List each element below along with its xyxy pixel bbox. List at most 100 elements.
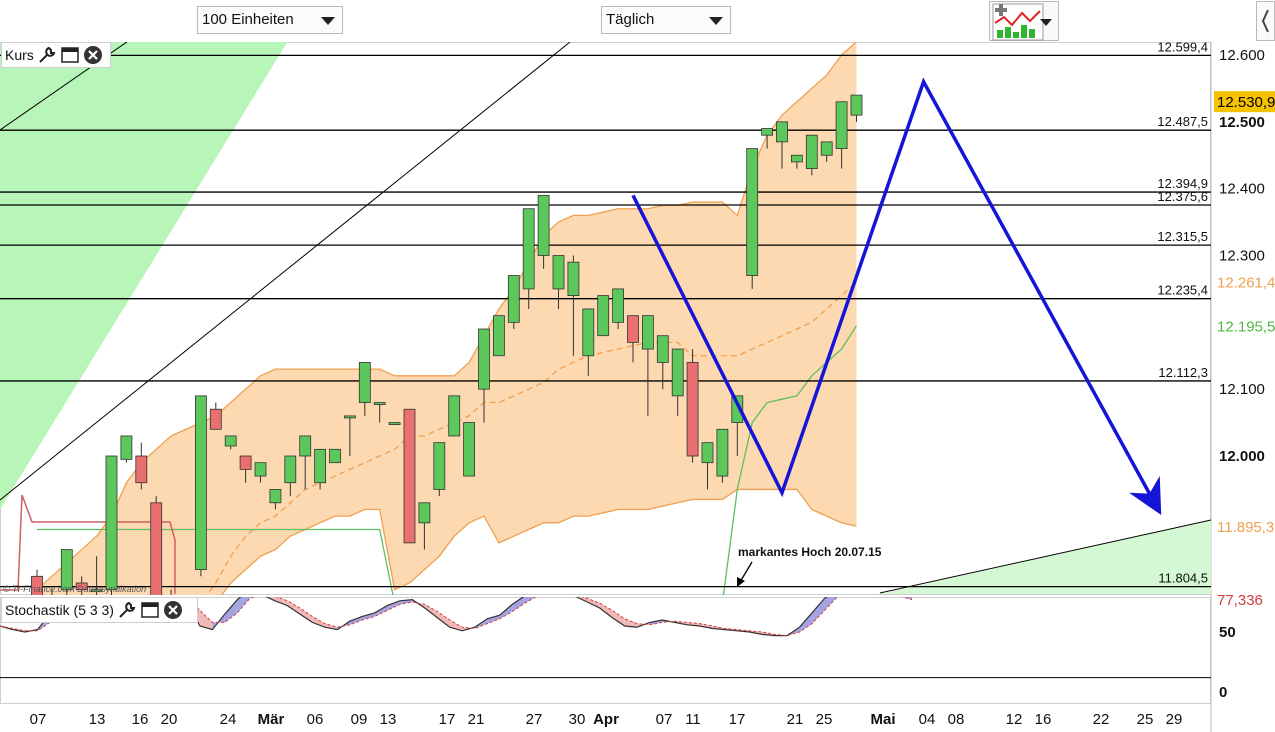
price-axis-tick: 12.500 xyxy=(1219,114,1265,131)
candle-body xyxy=(120,435,133,460)
price-panel-header: Kurs xyxy=(1,42,111,68)
candle-body xyxy=(552,255,565,290)
candle-body xyxy=(448,395,461,437)
candle-body xyxy=(343,415,356,419)
x-axis-tick: Apr xyxy=(593,711,619,728)
horizontal-level-label: 11.804,5 xyxy=(1158,571,1208,586)
candle-body xyxy=(418,502,431,524)
candle-body xyxy=(478,328,490,390)
stoch-panel-label: Stochastik (5 3 3) xyxy=(5,602,114,618)
x-axis-tick: 21 xyxy=(787,711,804,728)
candle-body xyxy=(492,315,505,357)
candle-body xyxy=(582,308,595,357)
candle-body xyxy=(329,448,341,464)
window-icon[interactable] xyxy=(140,600,160,620)
price-badge-text: 12.195,5 xyxy=(1217,318,1275,335)
candle-body xyxy=(388,422,401,425)
candle-body xyxy=(805,134,818,170)
candle-body xyxy=(820,141,833,156)
candle-body xyxy=(522,208,535,290)
price-panel-label: Kurs xyxy=(5,47,34,63)
candle-body xyxy=(433,442,446,490)
annotation-text: markantes Hoch 20.07.15 xyxy=(738,545,882,559)
price-axis-tick: 12.100 xyxy=(1219,381,1265,398)
candle-body xyxy=(642,315,654,350)
horizontal-level-label: 12.315,5 xyxy=(1157,229,1208,244)
candle-body xyxy=(105,455,118,591)
wrench-icon[interactable] xyxy=(37,45,57,65)
candle-body xyxy=(463,422,476,477)
horizontal-level-label: 12.599,4 xyxy=(1157,39,1208,54)
horizontal-level-label: 12.235,4 xyxy=(1157,283,1208,298)
stoch-axis-tick: 50 xyxy=(1219,624,1236,641)
x-axis-tick: 22 xyxy=(1093,711,1110,728)
x-axis-tick: 17 xyxy=(439,711,456,728)
candle-body xyxy=(284,455,297,484)
candle-body xyxy=(537,194,550,256)
candle-body xyxy=(761,128,773,136)
close-icon[interactable] xyxy=(83,45,103,65)
candle-body xyxy=(403,408,416,544)
price-badge-text: 12.261,4 xyxy=(1217,274,1275,291)
candle-body xyxy=(835,101,848,149)
candle-body xyxy=(314,448,327,484)
x-axis-tick: 13 xyxy=(380,711,397,728)
x-axis-tick: 06 xyxy=(307,711,324,728)
candle-body xyxy=(716,428,729,477)
x-axis-tick: 13 xyxy=(89,711,106,728)
price-axis-tick: 12.300 xyxy=(1219,248,1265,265)
horizontal-level-label: 12.375,6 xyxy=(1157,189,1208,204)
candle-body xyxy=(209,408,222,430)
x-axis-tick: 12 xyxy=(1006,711,1023,728)
x-axis-tick: 16 xyxy=(1035,711,1052,728)
candle-body xyxy=(299,435,312,457)
x-axis-tick: 08 xyxy=(948,711,965,728)
horizontal-level-label: 12.487,5 xyxy=(1157,114,1208,129)
x-axis-tick: Mär xyxy=(258,711,285,728)
candle-body xyxy=(507,275,520,323)
horizontal-level-label: 12.112,3 xyxy=(1158,365,1208,380)
candle-body xyxy=(597,295,610,337)
close-icon[interactable] xyxy=(163,600,183,620)
candle-body xyxy=(373,402,386,405)
candle-body xyxy=(671,348,684,397)
candle-body xyxy=(239,455,252,470)
candle-body xyxy=(567,261,580,296)
x-axis-tick: 17 xyxy=(729,711,746,728)
x-axis-tick: 04 xyxy=(919,711,936,728)
x-axis-tick: 07 xyxy=(30,711,47,728)
candle-body xyxy=(612,288,624,323)
x-axis-tick: 16 xyxy=(132,711,149,728)
x-axis-tick: 11 xyxy=(685,711,701,728)
x-axis-tick: 25 xyxy=(1137,711,1154,728)
x-axis-tick: 27 xyxy=(526,711,543,728)
candle-body xyxy=(224,435,237,447)
x-axis-tick: 09 xyxy=(351,711,368,728)
candle-body xyxy=(358,362,371,403)
candle-body xyxy=(627,315,639,343)
watermark: © TI-Finance.com Datensyndikation xyxy=(3,584,146,594)
price-axis-tick: 12.000 xyxy=(1219,448,1265,465)
wrench-icon[interactable] xyxy=(117,600,137,620)
candle-body xyxy=(776,121,788,143)
candle-body xyxy=(254,462,267,477)
candle-body xyxy=(656,335,669,363)
candle-body xyxy=(194,395,207,571)
x-axis-tick: 29 xyxy=(1166,711,1183,728)
candle-body xyxy=(686,362,699,457)
x-axis-tick: Mai xyxy=(870,711,895,728)
candle-body xyxy=(701,442,714,464)
x-axis-tick: 20 xyxy=(161,711,178,728)
candle-body xyxy=(746,148,759,276)
window-icon[interactable] xyxy=(60,45,80,65)
x-axis-tick: 07 xyxy=(656,711,673,728)
stoch-badge-text: 77,336 xyxy=(1217,592,1263,609)
stoch-panel-header: Stochastik (5 3 3) xyxy=(1,597,198,623)
candle-body xyxy=(791,154,803,163)
candle-body xyxy=(269,489,282,504)
x-axis-tick: 25 xyxy=(816,711,833,728)
x-axis-tick: 30 xyxy=(569,711,586,728)
candle-body xyxy=(850,94,863,116)
x-axis-tick: 21 xyxy=(468,711,485,728)
candle-body xyxy=(135,455,148,484)
